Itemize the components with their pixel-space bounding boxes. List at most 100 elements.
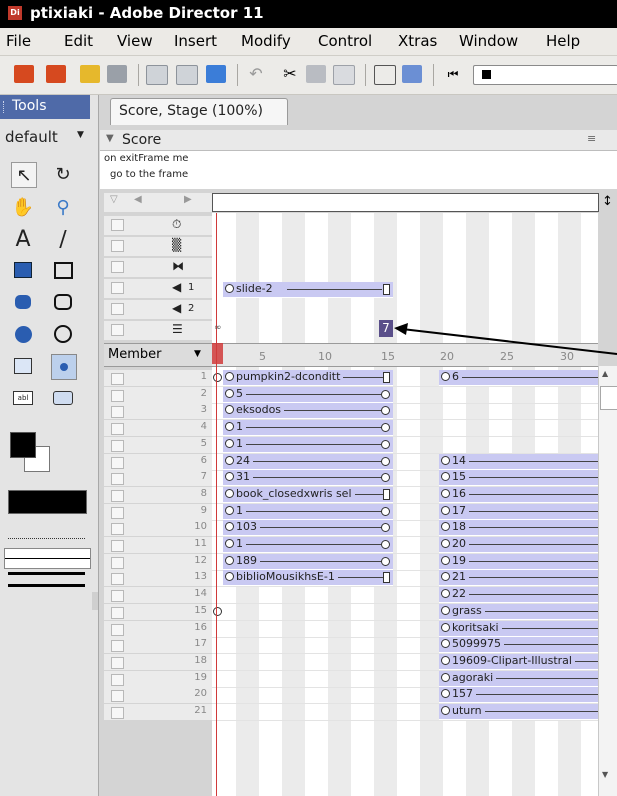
channel-toggle[interactable] <box>111 607 124 619</box>
sprite-span[interactable]: uturn <box>439 704 598 720</box>
new-movie-icon[interactable] <box>14 65 34 83</box>
find-icon[interactable] <box>374 65 396 85</box>
sprite-span[interactable]: agoraki <box>439 671 598 687</box>
panel-options-icon[interactable]: ≡ <box>587 132 596 145</box>
field-tool-icon[interactable]: abl <box>11 386 35 410</box>
ellipse-tool-icon[interactable] <box>51 322 75 346</box>
channel-toggle[interactable] <box>111 473 124 485</box>
hide-channels-icon[interactable]: ▽ <box>110 194 118 205</box>
arrow-tool-icon[interactable]: ↖ <box>11 162 37 188</box>
stop-field[interactable] <box>473 65 617 85</box>
channel-toggle[interactable] <box>111 324 124 336</box>
menu-edit[interactable]: Edit <box>64 32 93 50</box>
sprite-span[interactable]: 1 <box>223 437 393 453</box>
zoom-tool-icon[interactable]: ⚲ <box>51 195 75 219</box>
palette-select[interactable]: default ▼ <box>5 128 89 148</box>
sprite-span[interactable]: pumpkin2-dconditt <box>223 370 393 386</box>
channel-row-label[interactable]: 20 <box>104 687 212 704</box>
channel-toggle[interactable] <box>111 674 124 686</box>
line-tool-icon[interactable]: ∕ <box>51 227 75 252</box>
channel-row-label[interactable]: 1 <box>104 370 212 387</box>
channel-toggle[interactable] <box>111 557 124 569</box>
channel-row-label[interactable]: 18 <box>104 654 212 671</box>
score-panel-header[interactable]: ▼ Score ≡ <box>100 130 617 151</box>
copy-icon[interactable] <box>306 65 326 83</box>
rect-tool-icon[interactable] <box>51 258 75 282</box>
channel-row-label[interactable]: 6 <box>104 454 212 471</box>
special-channel-row[interactable]: ⏱ <box>104 216 212 236</box>
channel-toggle[interactable] <box>111 282 124 294</box>
channel-toggle[interactable] <box>111 303 124 315</box>
rewind-icon[interactable]: ⏮ <box>443 65 463 83</box>
sprite-span[interactable]: 20 <box>439 537 598 553</box>
filled-round-rect-tool-icon[interactable] <box>11 290 35 314</box>
publish-icon[interactable] <box>206 65 226 83</box>
channel-toggle[interactable] <box>111 640 124 652</box>
sprite-span[interactable]: 1 <box>223 537 393 553</box>
sprite-span[interactable]: 16 <box>439 487 598 503</box>
sprite-span[interactable]: 1 <box>223 420 393 436</box>
sprite-span[interactable]: 22 <box>439 587 598 603</box>
channel-row-label[interactable]: 19 <box>104 671 212 688</box>
special-channel-row[interactable]: ◀ 2 <box>104 300 212 320</box>
sprite-span[interactable]: 19 <box>439 554 598 570</box>
line-width-medium[interactable] <box>8 572 85 575</box>
sprite-span[interactable]: 15 <box>439 470 598 486</box>
channel-toggle[interactable] <box>111 523 124 535</box>
channel-toggle[interactable] <box>111 507 124 519</box>
sprite-span[interactable]: 5099975 <box>439 637 598 653</box>
save-icon[interactable] <box>146 65 168 85</box>
sprite-span[interactable]: grass <box>439 604 598 620</box>
line-width-dotted[interactable] <box>8 538 85 540</box>
channel-toggle[interactable] <box>111 540 124 552</box>
checkbox-tool-icon[interactable] <box>11 354 35 378</box>
sprite-span[interactable]: 17 <box>439 504 598 520</box>
scrollbar-thumb[interactable] <box>600 386 617 410</box>
channel-row-label[interactable]: 12 <box>104 554 212 571</box>
collapse-triangle-icon[interactable]: ▼ <box>106 133 114 144</box>
filled-ellipse-tool-icon[interactable] <box>11 322 35 346</box>
open-folder-icon[interactable] <box>80 65 100 83</box>
menu-insert[interactable]: Insert <box>174 32 217 50</box>
channel-row-label[interactable]: 15 <box>104 604 212 621</box>
menu-help[interactable]: Help <box>546 32 580 50</box>
text-tool-icon[interactable]: A <box>11 227 35 252</box>
channel-toggle[interactable] <box>111 573 124 585</box>
channel-toggle[interactable] <box>111 707 124 719</box>
next-marker-icon[interactable]: ▶ <box>184 194 192 205</box>
special-channel-row[interactable]: ⧓ <box>104 258 212 278</box>
sprite-span[interactable]: 21 <box>439 570 598 586</box>
channel-row-label[interactable]: 3 <box>104 403 212 420</box>
channel-row-label[interactable]: 4 <box>104 420 212 437</box>
channel-row-label[interactable]: 8 <box>104 487 212 504</box>
channel-toggle[interactable] <box>111 457 124 469</box>
channel-row-label[interactable]: 5 <box>104 437 212 454</box>
playhead-handle[interactable] <box>212 343 223 364</box>
panel-collapse-handle[interactable] <box>92 592 98 610</box>
sprite-span[interactable]: 103 <box>223 520 393 536</box>
channel-row-label[interactable]: 10 <box>104 520 212 537</box>
sprite-span[interactable]: 189 <box>223 554 393 570</box>
channel-toggle[interactable] <box>111 423 124 435</box>
menu-view[interactable]: View <box>117 32 153 50</box>
sprite-span[interactable]: 6 <box>439 370 598 386</box>
vertical-scrollbar[interactable]: ▲ ▼ <box>598 366 617 796</box>
align-icon[interactable] <box>402 65 422 83</box>
scroll-up-icon[interactable]: ▲ <box>602 369 608 378</box>
channel-row-label[interactable]: 2 <box>104 387 212 404</box>
line-width-thick[interactable] <box>8 584 85 587</box>
import-icon[interactable] <box>107 65 127 83</box>
color-chips[interactable] <box>10 432 50 472</box>
prev-marker-icon[interactable]: ◀ <box>134 194 142 205</box>
marker-channel[interactable] <box>212 193 599 212</box>
sprite-span[interactable]: 14 <box>439 454 598 470</box>
paste-icon[interactable] <box>333 65 355 85</box>
tools-panel-tab[interactable]: Tools <box>0 95 90 119</box>
channel-toggle[interactable] <box>111 490 124 502</box>
hand-tool-icon[interactable]: ✋ <box>11 195 35 219</box>
sprite-span[interactable]: koritsaki <box>439 621 598 637</box>
channel-toggle[interactable] <box>111 261 124 273</box>
channel-toggle[interactable] <box>111 657 124 669</box>
menu-xtras[interactable]: Xtras <box>398 32 437 50</box>
channel-toggle[interactable] <box>111 390 124 402</box>
